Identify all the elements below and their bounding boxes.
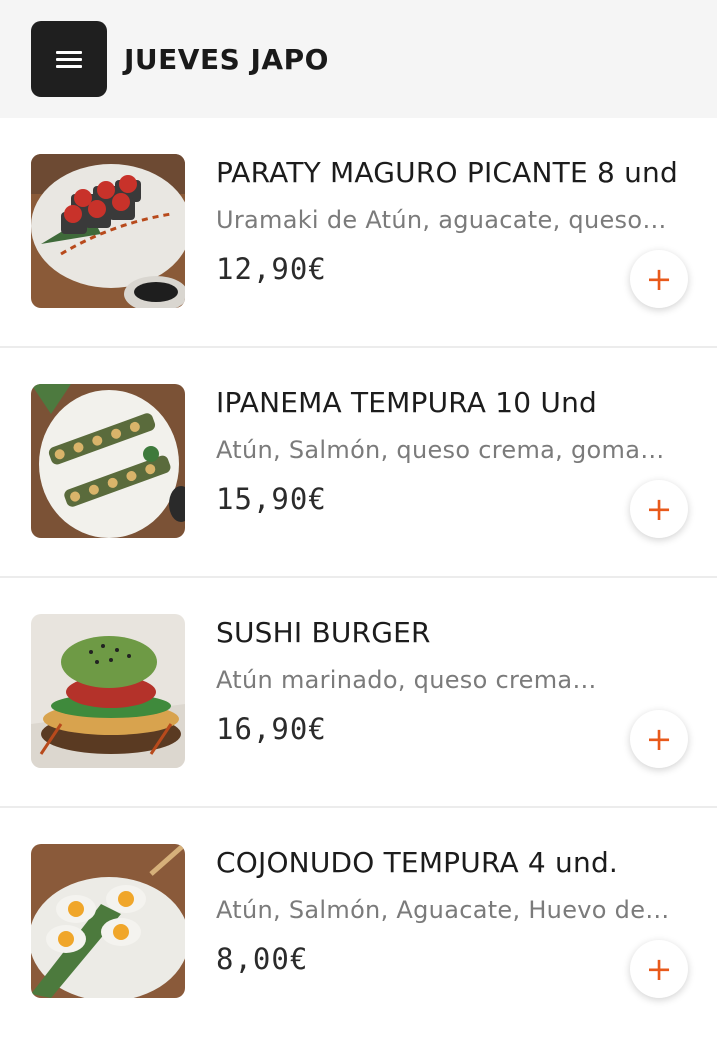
product-item[interactable]: COJONUDO TEMPURA 4 und. Atún, Salmón, Ag… <box>0 808 717 1038</box>
product-name: COJONUDO TEMPURA 4 und. <box>216 846 619 879</box>
product-image <box>31 384 185 538</box>
product-name: PARATY MAGURO PICANTE 8 und <box>216 156 678 189</box>
product-description: Atún, Salmón, queso crema, goma… <box>216 436 665 464</box>
product-price: 12,90€ <box>216 252 327 286</box>
plus-icon: + <box>645 720 673 758</box>
add-to-cart-button[interactable]: + <box>630 480 688 538</box>
menu-button[interactable] <box>31 21 107 97</box>
product-price: 16,90€ <box>216 712 327 746</box>
hamburger-menu-icon <box>56 47 82 72</box>
product-name: IPANEMA TEMPURA 10 Und <box>216 386 598 419</box>
page-title: JUEVES JAPO <box>124 42 329 76</box>
product-description: Atún marinado, queso crema… <box>216 666 597 694</box>
product-item[interactable]: SUSHI BURGER Atún marinado, queso crema…… <box>0 578 717 808</box>
add-to-cart-button[interactable]: + <box>630 940 688 998</box>
product-name: SUSHI BURGER <box>216 616 431 649</box>
plus-icon: + <box>645 950 673 988</box>
product-price: 15,90€ <box>216 482 327 516</box>
plus-icon: + <box>645 490 673 528</box>
product-item[interactable]: PARATY MAGURO PICANTE 8 und Uramaki de A… <box>0 118 717 348</box>
app-header: JUEVES JAPO <box>0 0 717 118</box>
add-to-cart-button[interactable]: + <box>630 710 688 768</box>
product-image <box>31 844 185 998</box>
plus-icon: + <box>645 260 673 298</box>
product-image <box>31 614 185 768</box>
product-price: 8,00€ <box>216 942 309 976</box>
add-to-cart-button[interactable]: + <box>630 250 688 308</box>
product-image <box>31 154 185 308</box>
product-list: PARATY MAGURO PICANTE 8 und Uramaki de A… <box>0 118 717 1038</box>
product-description: Atún, Salmón, Aguacate, Huevo de… <box>216 896 670 924</box>
product-item[interactable]: IPANEMA TEMPURA 10 Und Atún, Salmón, que… <box>0 348 717 578</box>
product-description: Uramaki de Atún, aguacate, queso… <box>216 206 667 234</box>
